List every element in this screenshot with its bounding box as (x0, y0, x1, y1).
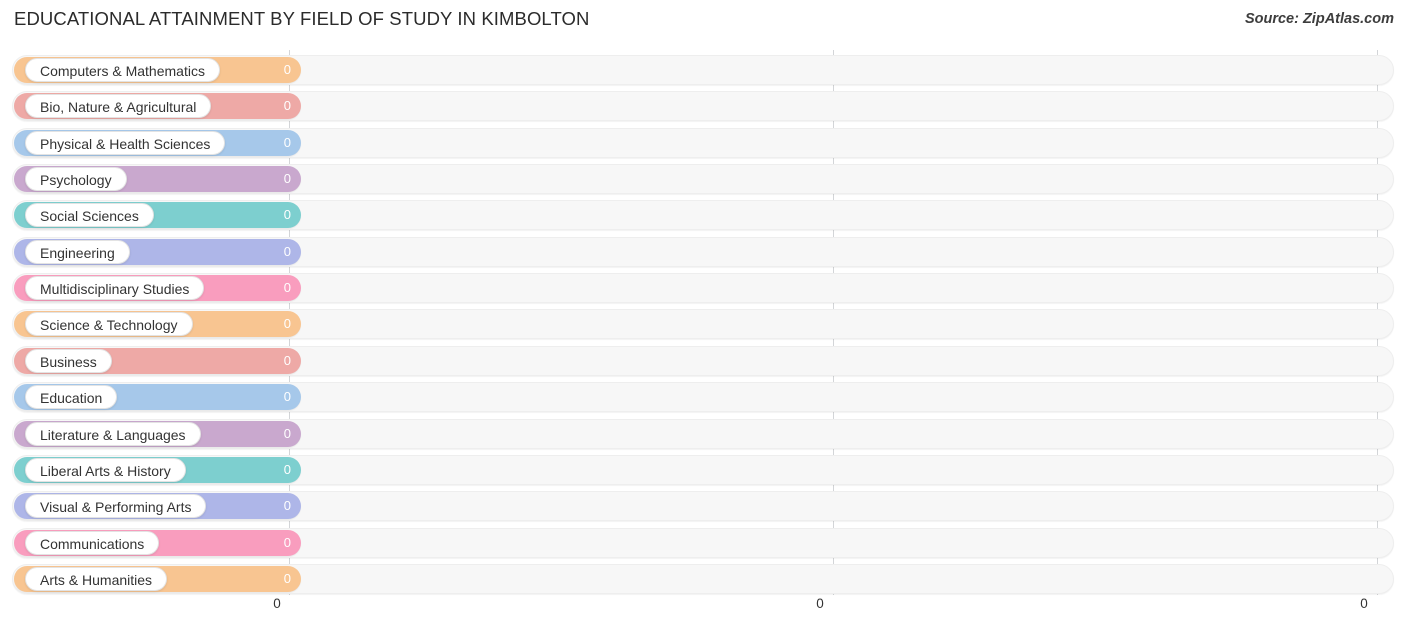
chart-bar-rows: 0 Computers & Mathematics 0 Bio, Nature & A… (0, 50, 1406, 595)
chart-row: 0 Psychology (0, 164, 1406, 195)
chart-row: 0 Multidisciplinary Studies (0, 273, 1406, 304)
x-tick-label-0: 0 (273, 596, 281, 611)
category-label[interactable]: Science & Technology (25, 312, 193, 337)
bar-value-label: 0 (283, 425, 291, 441)
bar-value-label: 0 (283, 62, 291, 77)
category-label[interactable]: Arts & Humanities (25, 566, 168, 591)
chart-row: 0 Business (0, 345, 1406, 376)
chart-row: 0 Liberal Arts & History (0, 454, 1406, 485)
chart-row: 0 Visual & Performing Arts (0, 491, 1406, 522)
category-label[interactable]: Business (25, 348, 112, 373)
bar-value-label: 0 (283, 461, 291, 477)
bar-value-label: 0 (283, 316, 291, 332)
page-title: EDUCATIONAL ATTAINMENT BY FIELD OF STUDY… (14, 8, 590, 29)
chart-row: 0 Bio, Nature & Agricultural (0, 91, 1406, 122)
bar-value-label: 0 (283, 171, 291, 187)
bar-value-label: 0 (283, 498, 291, 514)
category-label[interactable]: Engineering (25, 239, 130, 264)
chart-row: 0 Communications (0, 527, 1406, 558)
bar-value-label: 0 (283, 280, 291, 296)
category-label[interactable]: Multidisciplinary Studies (25, 276, 205, 301)
chart-row: 0 Education (0, 382, 1406, 413)
bar-value-label: 0 (283, 134, 291, 150)
bar-value-label: 0 (283, 352, 291, 368)
category-label[interactable]: Physical & Health Sciences (25, 130, 226, 155)
category-label[interactable]: Education (25, 385, 118, 410)
chart-row: 0 Physical & Health Sciences (0, 127, 1406, 158)
chart-row: 0 Literature & Languages (0, 418, 1406, 449)
bar-value-label: 0 (283, 207, 291, 223)
bar-value-label: 0 (283, 98, 291, 114)
category-label[interactable]: Communications (25, 530, 160, 555)
bar-value-label: 0 (283, 570, 291, 586)
chart-row: 0 Science & Technology (0, 309, 1406, 340)
category-label[interactable]: Bio, Nature & Agricultural (25, 94, 212, 119)
category-label[interactable]: Literature & Languages (25, 421, 201, 446)
category-label[interactable]: Visual & Performing Arts (25, 494, 207, 519)
chart-row: 0 Arts & Humanities (0, 563, 1406, 594)
x-axis: 0 0 0 (0, 596, 1406, 632)
x-tick-label-2: 0 (1360, 596, 1368, 611)
chart-plot-area: 0 Computers & Mathematics 0 Bio, Nature & A… (0, 50, 1406, 596)
x-tick-label-1: 0 (816, 596, 824, 611)
bar-value-label: 0 (283, 534, 291, 550)
category-label[interactable]: Psychology (25, 167, 127, 192)
chart-row: 0 Computers & Mathematics (0, 55, 1406, 85)
source-attribution: Source: ZipAtlas.com (1244, 11, 1394, 27)
bar-value-label: 0 (283, 389, 291, 405)
bar-value-label: 0 (283, 243, 291, 259)
category-label[interactable]: Social Sciences (25, 203, 154, 228)
category-label[interactable]: Liberal Arts & History (25, 457, 186, 482)
chart-row: 0 Engineering (0, 236, 1406, 267)
chart-row: 0 Social Sciences (0, 200, 1406, 231)
category-label[interactable]: Computers & Mathematics (25, 58, 220, 82)
chart-header: EDUCATIONAL ATTAINMENT BY FIELD OF STUDY… (0, 0, 1406, 44)
